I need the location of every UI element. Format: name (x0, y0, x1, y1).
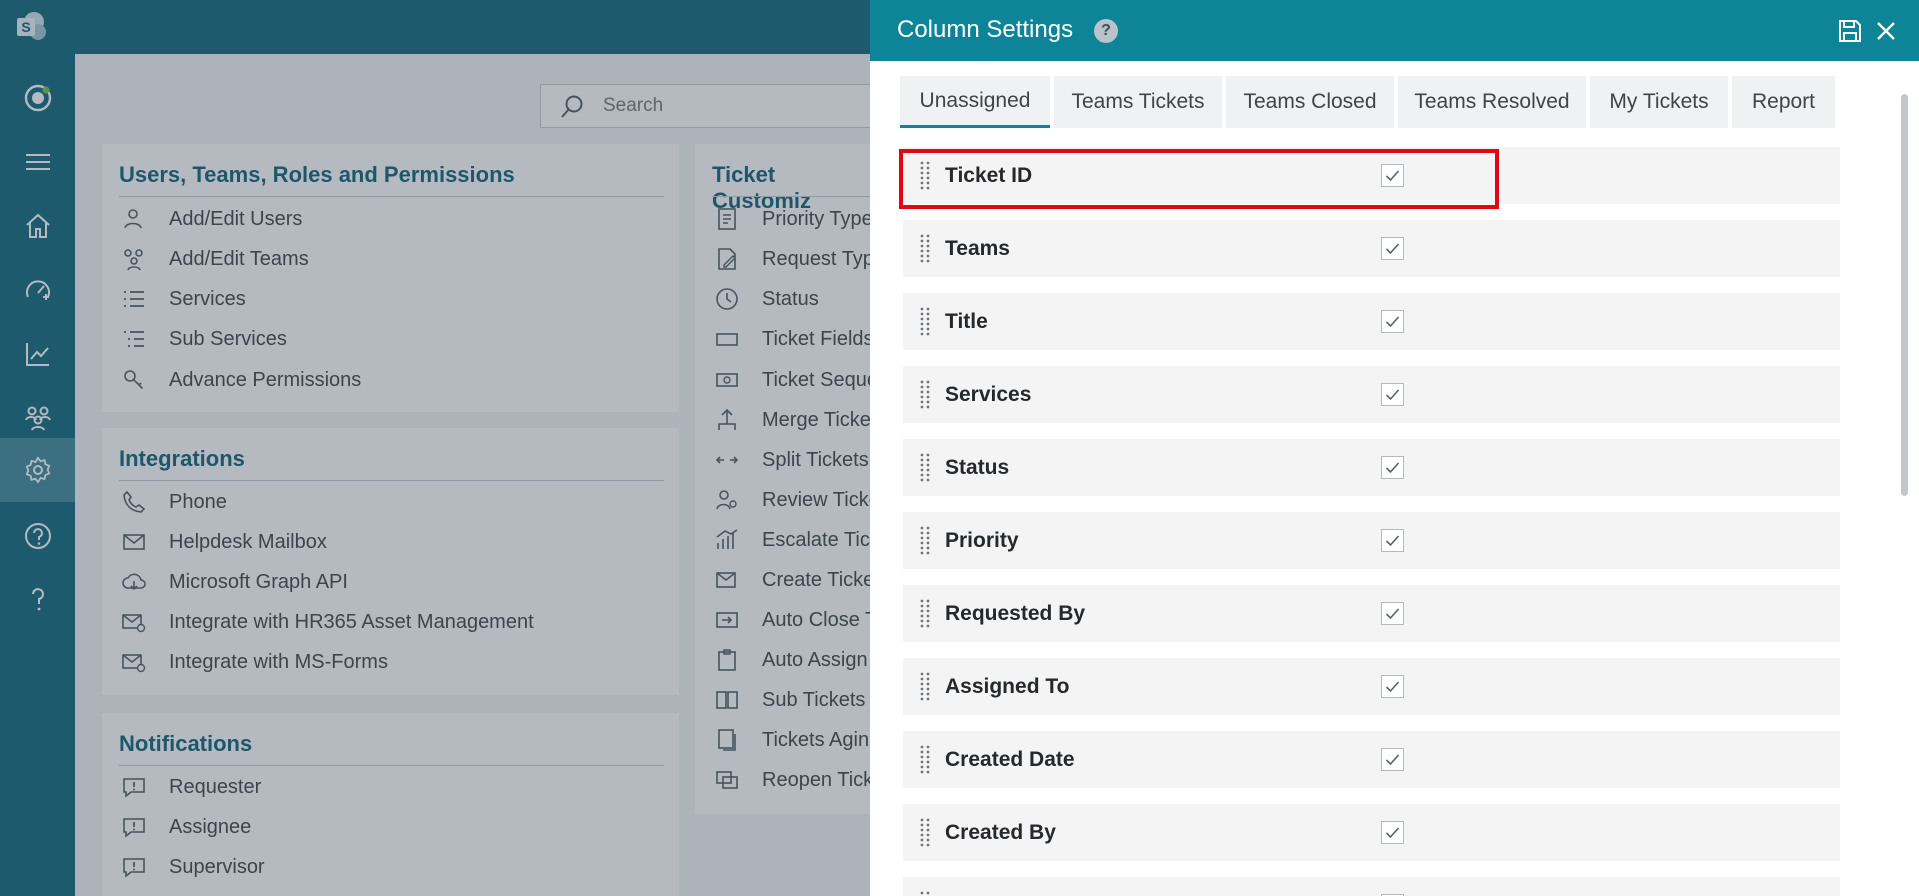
checkmark-icon (1385, 316, 1400, 328)
drag-handle-icon[interactable] (918, 744, 932, 776)
drag-handle-icon[interactable] (918, 379, 932, 411)
column-label: Title (945, 310, 988, 333)
checkmark-icon (1385, 827, 1400, 839)
scrollbar-thumb[interactable] (1901, 94, 1908, 496)
column-visible-checkbox[interactable] (1381, 456, 1404, 479)
column-row[interactable]: Status (903, 439, 1840, 496)
column-label: Teams (945, 237, 1010, 260)
column-visible-checkbox[interactable] (1381, 383, 1404, 406)
panel-title: Column Settings (897, 16, 1074, 43)
column-row[interactable]: Requested By (903, 585, 1840, 642)
tab-teams-tickets[interactable]: Teams Tickets (1054, 76, 1222, 128)
drag-handle-icon[interactable] (918, 598, 932, 630)
checkmark-icon (1385, 389, 1400, 401)
checkmark-icon (1385, 535, 1400, 547)
checkmark-icon (1385, 754, 1400, 766)
checkmark-icon (1385, 608, 1400, 620)
column-visible-checkbox[interactable] (1381, 675, 1404, 698)
drag-handle-icon[interactable] (918, 525, 932, 557)
tab-my-tickets[interactable]: My Tickets (1590, 76, 1728, 128)
close-icon[interactable] (1872, 17, 1900, 45)
tab-teams-closed[interactable]: Teams Closed (1226, 76, 1394, 128)
checkmark-icon (1385, 243, 1400, 255)
highlight-box (899, 149, 1499, 209)
modal-backdrop[interactable] (0, 0, 870, 896)
column-visible-checkbox[interactable] (1381, 529, 1404, 552)
help-icon[interactable]: ? (1094, 19, 1118, 43)
tab-unassigned[interactable]: Unassigned (900, 76, 1050, 128)
column-label: Assigned To (945, 675, 1070, 698)
checkmark-icon (1385, 462, 1400, 474)
column-label: Status (945, 456, 1010, 479)
checkmark-icon (1385, 681, 1400, 693)
drag-handle-icon[interactable] (918, 306, 932, 338)
drag-handle-icon[interactable] (918, 671, 932, 703)
drag-handle-icon[interactable] (918, 817, 932, 849)
column-row[interactable]: Priority (903, 512, 1840, 569)
drag-handle-icon[interactable] (918, 890, 932, 896)
column-settings-panel: Column Settings ? Unassigned Teams Ticke… (870, 0, 1919, 896)
panel-header: Column Settings ? (870, 0, 1919, 61)
column-row[interactable]: Title (903, 293, 1840, 350)
column-tabs: Unassigned Teams Tickets Teams Closed Te… (900, 76, 1839, 128)
tab-teams-resolved[interactable]: Teams Resolved (1398, 76, 1586, 128)
column-row[interactable] (903, 877, 1840, 896)
column-label: Services (945, 383, 1032, 406)
column-row[interactable]: Created Date (903, 731, 1840, 788)
column-label: Created Date (945, 748, 1075, 771)
drag-handle-icon[interactable] (918, 233, 932, 265)
save-icon[interactable] (1836, 17, 1864, 45)
column-visible-checkbox[interactable] (1381, 602, 1404, 625)
drag-handle-icon[interactable] (918, 452, 932, 484)
column-row[interactable]: Services (903, 366, 1840, 423)
column-row[interactable]: Assigned To (903, 658, 1840, 715)
column-label: Requested By (945, 602, 1086, 625)
column-visible-checkbox[interactable] (1381, 748, 1404, 771)
column-row[interactable]: Created By (903, 804, 1840, 861)
column-label: Created By (945, 821, 1056, 844)
column-visible-checkbox[interactable] (1381, 237, 1404, 260)
tab-report[interactable]: Report (1732, 76, 1835, 128)
column-label: Priority (945, 529, 1019, 552)
column-visible-checkbox[interactable] (1381, 310, 1404, 333)
column-row[interactable]: Teams (903, 220, 1840, 277)
column-visible-checkbox[interactable] (1381, 821, 1404, 844)
